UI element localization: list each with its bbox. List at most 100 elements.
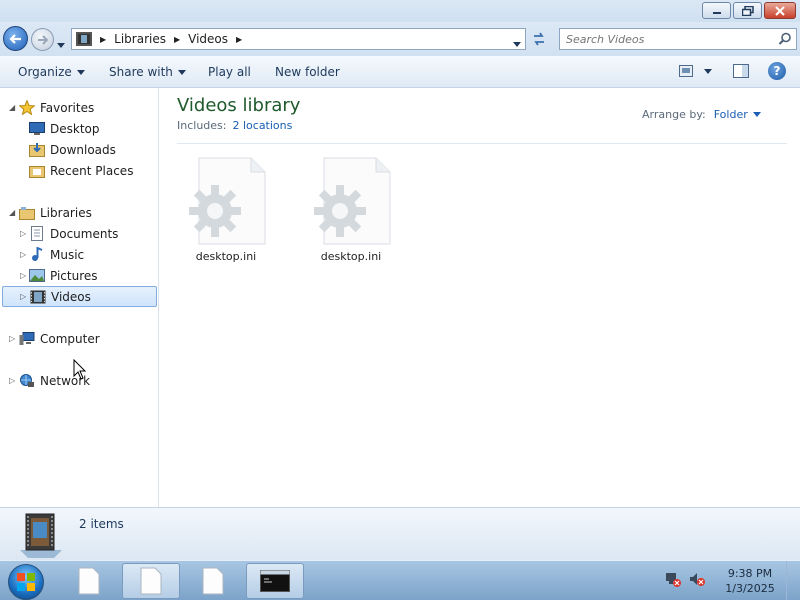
recent-pages-dropdown[interactable] bbox=[57, 37, 65, 51]
search-box[interactable] bbox=[559, 28, 797, 50]
blank-document-icon bbox=[140, 567, 162, 595]
arrange-by: Arrange by: Folder bbox=[642, 108, 761, 121]
help-icon: ? bbox=[773, 64, 781, 78]
change-view-button[interactable] bbox=[679, 65, 712, 77]
command-prompt-icon bbox=[260, 570, 290, 592]
nav-favorites[interactable]: Favorites bbox=[18, 97, 94, 118]
new-folder-button[interactable]: New folder bbox=[275, 65, 340, 79]
play-all-button[interactable]: Play all bbox=[208, 65, 251, 79]
back-button[interactable] bbox=[3, 26, 28, 51]
start-button[interactable] bbox=[8, 564, 44, 600]
close-button[interactable] bbox=[764, 2, 796, 19]
taskbar-item-command-prompt[interactable] bbox=[246, 563, 304, 599]
chevron-down-icon bbox=[57, 43, 65, 48]
chevron-down-icon bbox=[752, 112, 761, 117]
libraries-icon bbox=[18, 205, 35, 220]
expand-arrow-icon[interactable]: ▷ bbox=[20, 250, 26, 259]
search-input[interactable] bbox=[566, 32, 766, 46]
divider bbox=[177, 143, 787, 144]
nav-computer[interactable]: Computer bbox=[18, 328, 100, 349]
refresh-button[interactable] bbox=[528, 28, 550, 50]
recent-places-icon bbox=[28, 163, 45, 178]
address-history-dropdown[interactable] bbox=[513, 36, 521, 50]
locations-link[interactable]: 2 locations bbox=[232, 119, 292, 132]
forward-button[interactable] bbox=[31, 28, 54, 51]
organize-button[interactable]: Organize bbox=[18, 65, 85, 79]
expand-arrow-icon[interactable]: ▷ bbox=[9, 334, 15, 343]
expand-arrow-icon[interactable]: ▷ bbox=[9, 376, 15, 385]
address-bar[interactable]: ▶ Libraries ▶ Videos ▶ bbox=[71, 28, 526, 50]
settings-file-icon bbox=[189, 157, 266, 245]
minimize-icon bbox=[712, 11, 721, 14]
expand-arrow-icon[interactable]: ▷ bbox=[20, 271, 26, 280]
breadcrumb-separator-icon[interactable]: ▶ bbox=[174, 35, 180, 44]
file-list-area[interactable]: Videos library Includes: 2 locations Arra… bbox=[160, 88, 800, 507]
network-status-icon[interactable] bbox=[665, 571, 681, 587]
help-button[interactable]: ? bbox=[768, 62, 786, 80]
includes-label: Includes: bbox=[177, 119, 227, 132]
item-count: 2 items bbox=[79, 517, 124, 531]
command-bar: Organize Share with Play all New folder … bbox=[0, 56, 800, 88]
chevron-down-icon bbox=[704, 68, 712, 74]
file-item[interactable]: desktop.ini bbox=[301, 156, 401, 266]
volume-muted-icon[interactable] bbox=[689, 571, 705, 587]
network-icon bbox=[18, 373, 35, 388]
expand-arrow-icon[interactable]: ▷ bbox=[20, 292, 26, 301]
nav-pictures[interactable]: Pictures bbox=[28, 265, 98, 286]
nav-recent-places[interactable]: Recent Places bbox=[28, 160, 133, 181]
preview-pane-button[interactable] bbox=[733, 64, 749, 81]
forward-arrow-icon bbox=[37, 34, 48, 45]
video-library-icon bbox=[20, 513, 62, 558]
system-tray bbox=[665, 571, 705, 587]
close-icon bbox=[775, 5, 785, 16]
collapse-arrow-icon[interactable]: ◢ bbox=[9, 103, 15, 112]
taskbar-clock[interactable]: 9:38 PM 1/3/2025 bbox=[718, 566, 782, 596]
file-item[interactable]: desktop.ini bbox=[176, 156, 276, 266]
documents-icon bbox=[28, 226, 45, 241]
blank-document-icon bbox=[202, 567, 224, 595]
breadcrumb-videos[interactable]: Videos bbox=[188, 32, 228, 46]
search-icon[interactable] bbox=[778, 32, 792, 46]
title-bar bbox=[0, 0, 800, 22]
clock-time: 9:38 PM bbox=[727, 567, 773, 580]
nav-documents-label: Documents bbox=[50, 226, 119, 241]
breadcrumb-separator-icon[interactable]: ▶ bbox=[236, 35, 242, 44]
nav-desktop[interactable]: Desktop bbox=[28, 118, 100, 139]
show-desktop-button[interactable] bbox=[786, 561, 800, 600]
nav-libraries[interactable]: Libraries bbox=[18, 202, 92, 223]
navigation-pane: ◢ Favorites Desktop Downloads Recent Pla… bbox=[0, 88, 159, 507]
desktop-icon bbox=[28, 121, 45, 136]
details-pane: 2 items bbox=[0, 507, 800, 560]
taskbar-item-explorer[interactable] bbox=[122, 563, 180, 599]
nav-videos-label: Videos bbox=[51, 289, 91, 304]
minimize-button[interactable] bbox=[702, 2, 731, 19]
chevron-down-icon bbox=[76, 69, 85, 75]
nav-downloads[interactable]: Downloads bbox=[28, 139, 116, 160]
nav-documents[interactable]: Documents bbox=[28, 223, 118, 244]
downloads-folder-icon bbox=[28, 142, 45, 157]
nav-music-label: Music bbox=[50, 247, 85, 262]
taskbar-item-document[interactable] bbox=[184, 563, 242, 599]
view-options-icon bbox=[679, 65, 693, 77]
breadcrumb-libraries[interactable]: Libraries bbox=[114, 32, 166, 46]
preview-pane-icon bbox=[733, 64, 749, 78]
organize-label: Organize bbox=[18, 65, 72, 79]
taskbar-item-document[interactable] bbox=[60, 563, 118, 599]
arrange-by-dropdown[interactable]: Folder bbox=[714, 108, 761, 121]
video-library-icon bbox=[76, 32, 92, 46]
nav-favorites-label: Favorites bbox=[40, 100, 95, 115]
arrange-by-value: Folder bbox=[713, 108, 748, 121]
breadcrumb-separator-icon[interactable]: ▶ bbox=[100, 35, 106, 44]
nav-computer-label: Computer bbox=[40, 331, 100, 346]
arrange-by-label: Arrange by: bbox=[642, 108, 706, 121]
nav-desktop-label: Desktop bbox=[50, 121, 100, 136]
share-with-button[interactable]: Share with bbox=[109, 65, 186, 79]
maximize-button[interactable] bbox=[733, 2, 762, 19]
expand-arrow-icon[interactable]: ▷ bbox=[20, 229, 26, 238]
back-arrow-icon bbox=[8, 33, 21, 44]
collapse-arrow-icon[interactable]: ◢ bbox=[9, 208, 15, 217]
video-film-icon bbox=[29, 289, 46, 304]
nav-music[interactable]: Music bbox=[28, 244, 84, 265]
library-includes: Includes: 2 locations bbox=[177, 119, 292, 132]
library-title: Videos library bbox=[177, 95, 301, 116]
